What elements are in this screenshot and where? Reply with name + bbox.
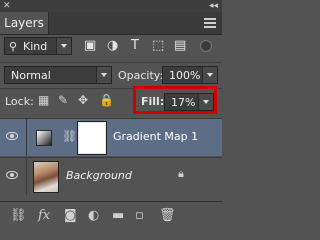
- type-filter-icon[interactable]: T: [131, 38, 139, 53]
- link-layers-icon[interactable]: ⛓: [10, 208, 27, 223]
- layer-row-gradient-map[interactable]: ⛓ Gradient Map 1: [0, 118, 222, 156]
- filter-row: ⚲ Kind ▣ ◑ T ⬚ ▤: [0, 36, 222, 58]
- layers-bottom-toolbar: ⛓ fx ◙ ◐ ▬ ▫ 🗑: [0, 201, 222, 232]
- add-mask-icon[interactable]: ◙: [64, 208, 77, 223]
- collapse-panel-icon[interactable]: ◂◂: [209, 0, 218, 12]
- lock-all-icon[interactable]: 🔒: [99, 93, 114, 107]
- shape-filter-icon[interactable]: ⬚: [152, 38, 164, 53]
- fill-highlight-box: [133, 86, 217, 114]
- layers-panel: ✕ ◂◂ Layers ⚲ Kind ▣ ◑ T ⬚ ▤ Normal Opac…: [0, 0, 222, 232]
- lock-image-icon[interactable]: ✎: [58, 93, 68, 107]
- visibility-toggle[interactable]: [0, 158, 27, 195]
- panel-menu-icon[interactable]: [204, 18, 216, 28]
- chevron-down-icon: [96, 67, 111, 83]
- close-panel-icon[interactable]: ✕: [3, 0, 11, 12]
- lock-icon: 🔒︎: [178, 167, 184, 180]
- adjustment-filter-icon[interactable]: ◑: [107, 38, 118, 53]
- smart-object-filter-icon[interactable]: ▤: [174, 38, 186, 53]
- fx-icon[interactable]: fx: [38, 208, 50, 223]
- lock-position-icon[interactable]: ✥: [78, 93, 88, 107]
- filter-toggle-icon[interactable]: [200, 40, 212, 52]
- chain-link-icon[interactable]: ⛓: [62, 129, 77, 143]
- layer-row-background[interactable]: Background 🔒︎: [0, 157, 222, 195]
- new-adjustment-icon[interactable]: ◐: [88, 208, 99, 223]
- layer-mask-thumbnail[interactable]: [77, 121, 107, 155]
- opacity-field[interactable]: 100%: [162, 66, 218, 84]
- opacity-value: 100%: [169, 69, 201, 82]
- lock-label: Lock:: [5, 95, 34, 108]
- new-group-icon[interactable]: ▬: [112, 208, 124, 223]
- blend-mode-dropdown[interactable]: Normal: [4, 66, 112, 84]
- eye-icon: [6, 132, 18, 140]
- image-filter-icon[interactable]: ▣: [84, 38, 96, 53]
- eye-icon: [6, 171, 18, 179]
- blend-row: Normal Opacity: 100%: [0, 62, 222, 85]
- tab-layers[interactable]: Layers: [0, 12, 49, 34]
- visibility-toggle[interactable]: [0, 119, 27, 156]
- delete-layer-icon[interactable]: 🗑: [159, 208, 176, 223]
- chevron-down-icon: [56, 38, 71, 54]
- kind-filter-dropdown[interactable]: ⚲ Kind: [4, 37, 72, 55]
- search-icon: ⚲: [9, 40, 18, 53]
- tab-bar: Layers: [0, 12, 222, 35]
- gradient-map-adjustment-icon: [36, 130, 52, 146]
- blend-mode-value: Normal: [11, 69, 51, 82]
- new-layer-icon[interactable]: ▫: [135, 208, 144, 223]
- background-thumbnail-image: [33, 161, 59, 193]
- layer-name[interactable]: Background: [66, 169, 132, 182]
- panel-top-strip: ✕ ◂◂: [0, 0, 222, 12]
- layer-name[interactable]: Gradient Map 1: [113, 130, 198, 143]
- chevron-down-icon: [202, 67, 217, 83]
- opacity-label: Opacity:: [118, 69, 164, 82]
- lock-transparent-icon[interactable]: ▦: [38, 93, 49, 107]
- kind-filter-label: Kind: [23, 40, 48, 53]
